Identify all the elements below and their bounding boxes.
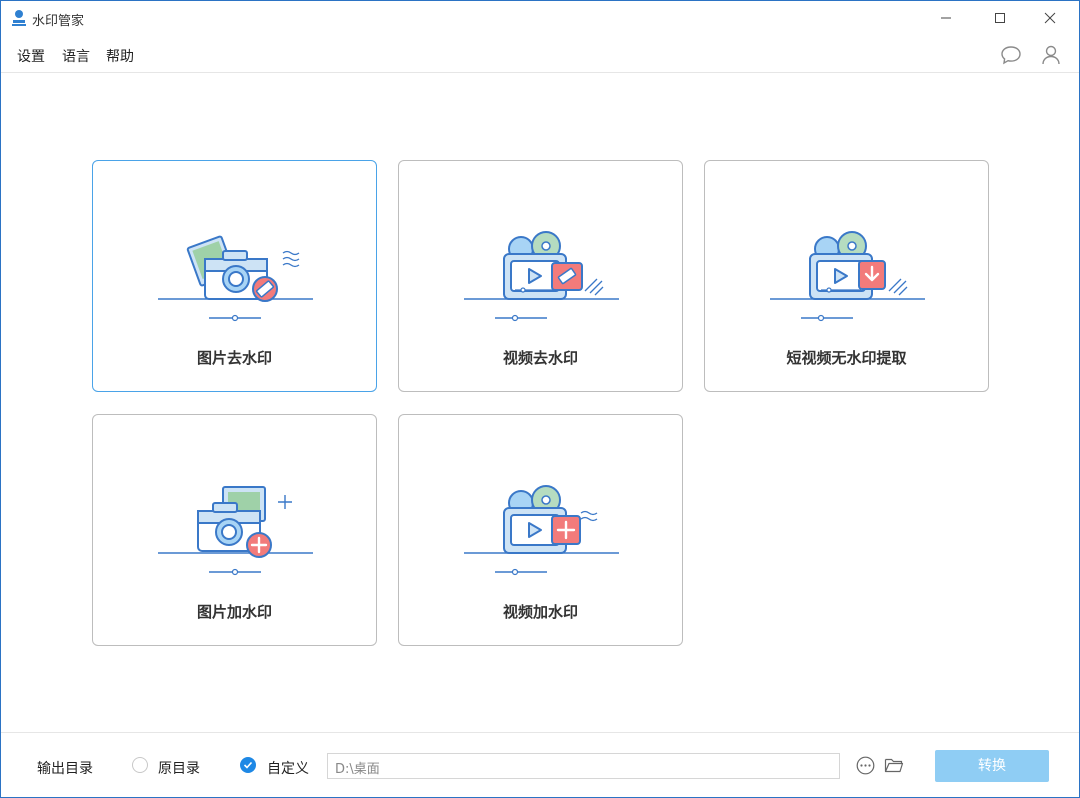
video-eraser-icon xyxy=(464,231,619,322)
card-label: 短视频无水印提取 xyxy=(786,349,907,367)
radio-custom-directory[interactable] xyxy=(240,757,256,773)
menu-language[interactable]: 语言 xyxy=(62,46,90,66)
camera-eraser-icon xyxy=(158,235,313,322)
menu-settings[interactable]: 设置 xyxy=(17,46,45,66)
output-directory-label: 输出目录 xyxy=(37,761,93,777)
menu-help[interactable]: 帮助 xyxy=(106,46,134,66)
card-video-add-watermark[interactable]: 视频加水印 xyxy=(398,414,683,646)
card-label: 图片去水印 xyxy=(196,349,272,367)
card-image-add-watermark[interactable]: 图片加水印 xyxy=(92,414,377,646)
camera-plus-icon xyxy=(158,486,313,576)
radio-original-label[interactable]: 原目录 xyxy=(158,758,200,778)
maximize-button[interactable] xyxy=(977,1,1023,35)
app-title: 水印管家 xyxy=(32,14,85,29)
output-path-field[interactable]: D:\桌面 xyxy=(327,753,840,779)
user-account-icon[interactable] xyxy=(1039,43,1063,67)
app-window: 水印管家 设置 语言 帮助 图片去水印 视频去水印 短视频无水印提取 图片加水印… xyxy=(0,0,1080,798)
card-short-video-extract[interactable]: 短视频无水印提取 xyxy=(704,160,989,392)
minimize-button[interactable] xyxy=(923,1,969,35)
radio-original-directory[interactable] xyxy=(132,757,148,773)
video-download-icon xyxy=(770,231,925,322)
close-button[interactable] xyxy=(1027,1,1073,35)
chat-bubble-icon[interactable] xyxy=(999,43,1023,67)
title-bar: 水印管家 xyxy=(1,1,1079,35)
card-label: 视频加水印 xyxy=(502,603,578,621)
convert-button[interactable]: 转换 xyxy=(935,750,1049,782)
more-options-icon[interactable] xyxy=(856,756,875,775)
video-plus-icon xyxy=(464,485,619,576)
minimize-icon xyxy=(941,17,951,19)
card-label: 图片加水印 xyxy=(196,603,272,621)
open-folder-icon[interactable] xyxy=(884,756,904,775)
output-footer: 输出目录 原目录 自定义 D:\桌面 转换 xyxy=(1,732,1079,798)
card-image-remove-watermark[interactable]: 图片去水印 xyxy=(92,160,377,392)
radio-custom-label[interactable]: 自定义 xyxy=(267,758,309,778)
close-icon xyxy=(1044,12,1056,24)
checkmark-icon xyxy=(243,761,253,769)
maximize-icon xyxy=(995,13,1005,23)
card-video-remove-watermark[interactable]: 视频去水印 xyxy=(398,160,683,392)
menu-bar: 设置 语言 帮助 xyxy=(1,35,1079,73)
card-label: 视频去水印 xyxy=(502,349,578,367)
app-logo-icon xyxy=(12,10,26,26)
